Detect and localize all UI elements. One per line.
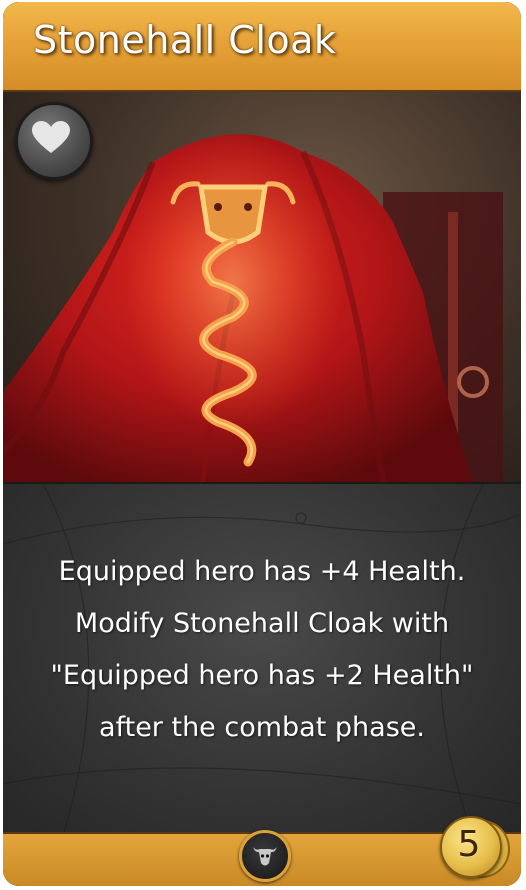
gold-cost-value: 5 <box>457 824 481 865</box>
health-badge <box>15 102 93 180</box>
card-title: Stonehall Cloak <box>33 18 337 62</box>
bull-skull-icon <box>253 847 277 866</box>
gold-cost: 5 <box>440 814 510 878</box>
faction-badge <box>239 830 291 882</box>
title-bar: Stonehall Cloak <box>3 2 521 92</box>
heart-icon <box>32 121 70 153</box>
item-card[interactable]: Stonehall Cloak Equipped hero has +4 Hea… <box>3 2 521 886</box>
ability-text: Equipped hero has +4 Health. Modify Ston… <box>50 556 474 743</box>
ability-panel: Equipped hero has +4 Health. Modify Ston… <box>3 482 521 836</box>
